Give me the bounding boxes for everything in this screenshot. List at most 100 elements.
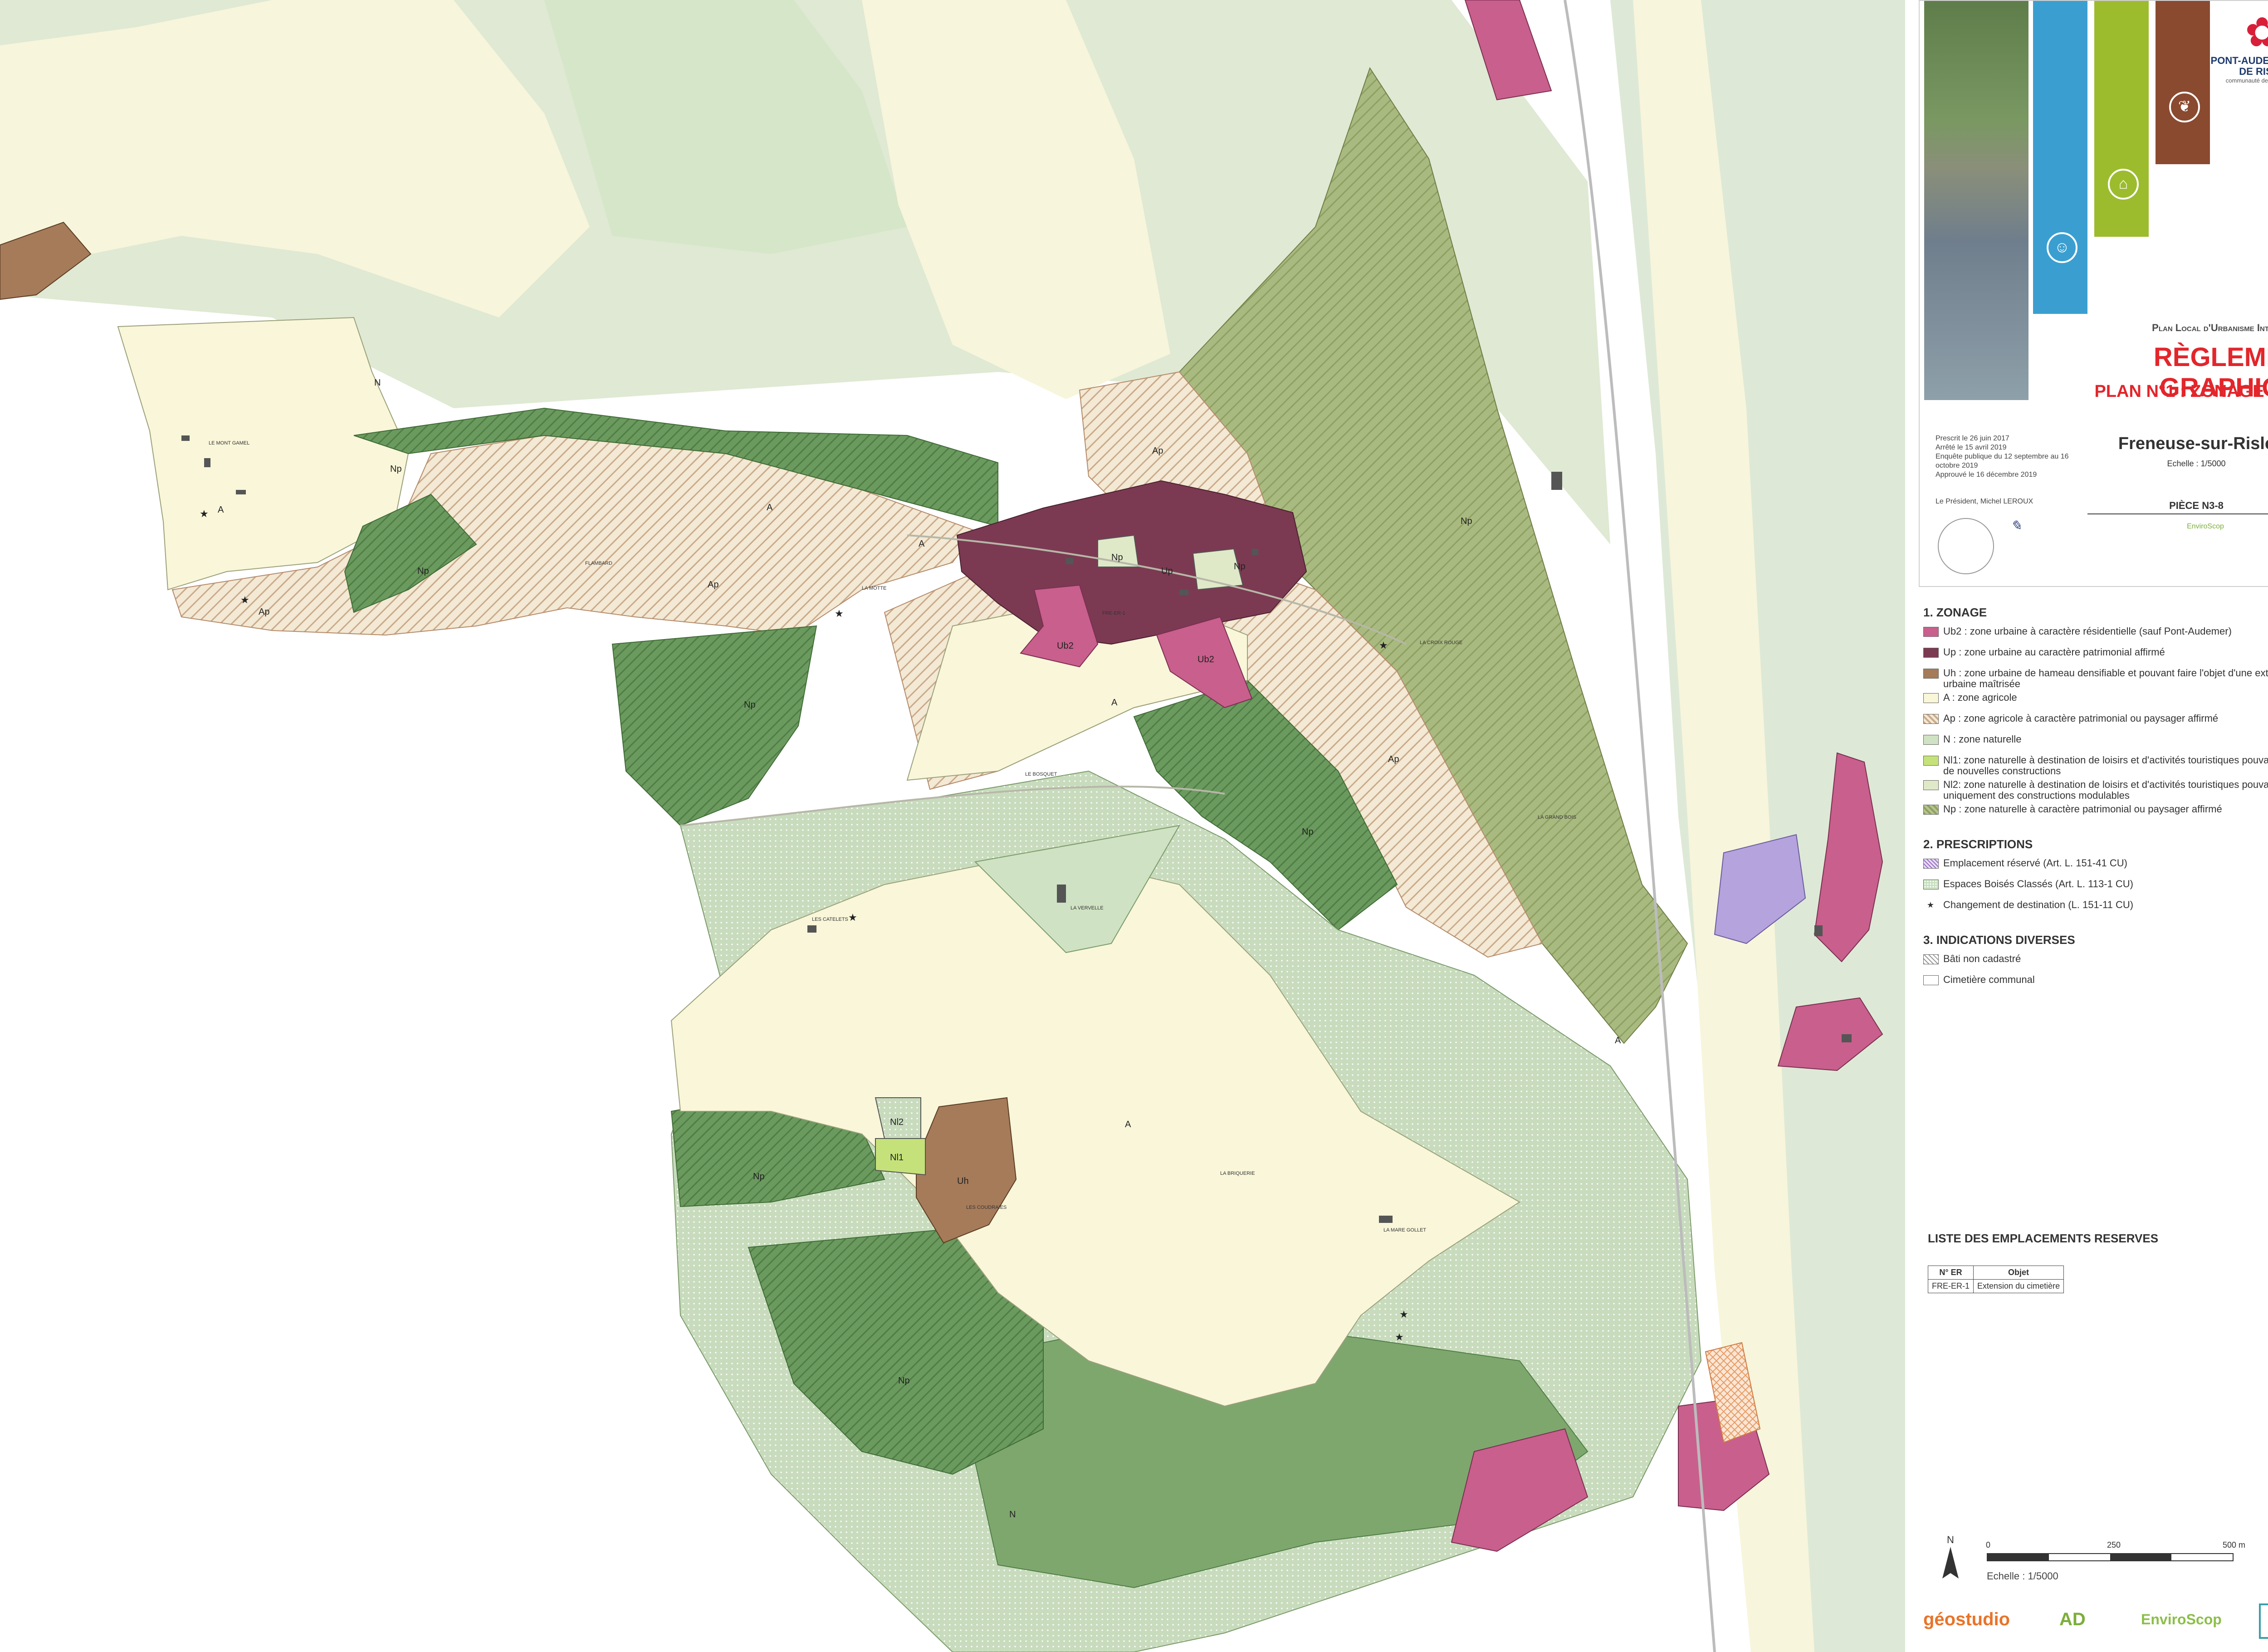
label-n-2: N [1009, 1510, 1016, 1520]
legend-item: A : zone agricole [1923, 692, 2268, 710]
label-ap-2: Ap [708, 580, 719, 590]
svg-text:★: ★ [848, 912, 857, 924]
label-np-7: Np [1302, 827, 1314, 837]
legend-label: A : zone agricole [1943, 692, 2017, 703]
label-np-5: Np [417, 566, 429, 576]
label-ap-4: Ap [1388, 754, 1399, 764]
column-header: N° ER [1927, 1266, 1974, 1280]
logo-name: PONT-AUDEMER VAL DE RISLE [2210, 55, 2268, 77]
legend-label: Ub2 : zone urbaine à caractère résidenti… [1943, 626, 2232, 637]
legend-item: Ap : zone agricole à caractère patrimoni… [1923, 713, 2268, 731]
place-flambard: FLAMBARD [585, 561, 612, 566]
piece-number: PIÈCE N3-8 [2087, 500, 2268, 514]
label-np-2: Np [1234, 562, 1246, 572]
legend-swatch [1923, 669, 1939, 679]
label-np-9: Np [898, 1376, 910, 1386]
logo-sub: communauté de communes [2225, 77, 2268, 84]
map-side-panel: ☺ ⌂ ❦ ✿ PONT-AUDEMER VAL DE RISLE commun… [1905, 0, 2268, 1652]
legend-swatch [1923, 648, 1939, 658]
place-le-mont-gamel: LE MONT GAMEL [209, 440, 249, 446]
north-label: N [1947, 1534, 1954, 1545]
legend-item: Emplacement réservé (Art. L. 151-41 CU) [1923, 858, 2268, 876]
legend-item: ★ Changement de destination (L. 151-11 CU… [1923, 899, 2268, 918]
legend-spacer [1923, 920, 2268, 933]
north-arrow-icon: N [1942, 1534, 1959, 1579]
legend-swatch [1923, 954, 1939, 964]
place-la-mare-gollet: LA MARE GOLLET [1383, 1227, 1426, 1233]
building-icon: ⌂ [2108, 169, 2139, 200]
legend-section-title: 1. ZONAGE [1923, 606, 1987, 619]
legend-item: Cimetière communal [1923, 974, 2268, 992]
legend: 1. ZONAGE Ub2 : zone urbaine à caractère … [1923, 606, 2268, 1008]
legend-item: Np : zone naturelle à caractère patrimon… [1923, 804, 2268, 822]
place-la-vervelle: LA VERVELLE [1070, 905, 1104, 911]
brown-band: ❦ [2156, 1, 2210, 164]
legend-label: Ap : zone agricole à caractère patrimoni… [1943, 713, 2219, 724]
scale-label-top: Echelle : 1/5000 [2167, 459, 2226, 468]
title-block: ☺ ⌂ ❦ ✿ PONT-AUDEMER VAL DE RISLE commun… [1919, 0, 2268, 587]
signature: ✎ [2010, 518, 2022, 534]
partner-logos-mini: EnviroScop [2187, 523, 2224, 530]
label-ub2-2: Ub2 [1198, 655, 1214, 665]
legend-label: Nl2: zone naturelle à destination de loi… [1943, 779, 2268, 801]
legend-label: Np : zone naturelle à caractère patrimon… [1943, 803, 2222, 815]
zoning-map[interactable]: Np Np Np Np Np Np Np Np Np Ap Ap Ap Ap A… [0, 0, 1905, 1652]
legend-item: N : zone naturelle [1923, 734, 2268, 752]
label-np-3: Np [1461, 516, 1472, 526]
label-er-1: FRE-ER-1 [1102, 611, 1125, 616]
approval-line: Prescrit le 26 juin 2017 [1936, 435, 2009, 442]
column-header: Objet [1973, 1266, 2064, 1280]
label-uh-1: Uh [957, 1176, 969, 1186]
table-cell: FRE-ER-1 [1927, 1279, 1974, 1293]
scale-tick-500: 500 m [2223, 1540, 2246, 1549]
legend-swatch [1923, 756, 1939, 766]
commune-name: Freneuse-sur-Risle [2118, 434, 2268, 453]
label-a-5: A [1125, 1119, 1131, 1129]
green-band: ⌂ [2094, 1, 2149, 237]
president-name: Le Président, Michel LEROUX [1936, 498, 2033, 505]
legend-label: Bâti non cadastré [1943, 953, 2021, 964]
table-cell: Extension du cimetière [1973, 1279, 2064, 1293]
legend-item: Bâti non cadastré [1923, 953, 2268, 972]
scale-bar [1987, 1553, 2234, 1561]
legend-section-title: 2. PRESCRIPTIONS [1923, 837, 2033, 851]
label-a-6: A [1615, 1036, 1621, 1046]
scale-tick-250: 250 [2107, 1540, 2121, 1549]
enviroscop-logo: EnviroScop [2141, 1611, 2222, 1628]
legend-swatch [1923, 880, 1939, 890]
place-la-motte: LA MOTTE [862, 586, 886, 591]
plu-title: Plan Local d'Urbanisme Intercommunal [2152, 322, 2268, 333]
approval-line: Enquête publique du 12 septembre au 16 o… [1936, 453, 2069, 469]
table-header-row: N° ER Objet [1927, 1266, 2064, 1280]
svg-text:★: ★ [1395, 1332, 1404, 1343]
legend-swatch [1923, 693, 1939, 703]
label-a-4: A [1111, 698, 1118, 708]
legend-spacer [1923, 825, 2268, 837]
svg-text:★: ★ [1399, 1309, 1408, 1320]
label-np-1: Np [1111, 552, 1123, 562]
pont-audemer-logo: ✿ PONT-AUDEMER VAL DE RISLE communauté d… [2210, 10, 2268, 101]
label-n-1: N [374, 378, 381, 388]
legend-swatch [1923, 975, 1939, 985]
legend-swatch [1923, 805, 1939, 815]
label-nl2-1: Nl2 [890, 1117, 904, 1127]
official-seal [1938, 518, 1994, 574]
svg-text:★: ★ [200, 508, 209, 520]
place-la-briquerie: LA BRIQUERIE [1220, 1171, 1255, 1176]
svg-text:★: ★ [835, 608, 844, 620]
legend-swatch [1923, 627, 1939, 637]
partner-square-logo [2259, 1603, 2268, 1639]
legend-swatch [1923, 859, 1939, 869]
legend-swatch: ★ [1923, 900, 1938, 909]
label-np-6: Np [744, 700, 756, 710]
label-a-3: A [919, 539, 925, 549]
legend-label: Uh : zone urbaine de hameau densifiable … [1943, 667, 2268, 689]
label-a-2: A [767, 503, 773, 513]
legend-swatch [1923, 714, 1939, 724]
approval-line: Arrêté le 15 avril 2019 [1936, 444, 2007, 451]
label-ap-1: Ap [259, 607, 269, 617]
scale-tick-0: 0 [1986, 1540, 1991, 1549]
legend-item: Uh : zone urbaine de hameau densifiable … [1923, 668, 2268, 689]
label-nl1-1: Nl1 [890, 1153, 904, 1163]
head-icon: ☺ [2047, 232, 2077, 263]
